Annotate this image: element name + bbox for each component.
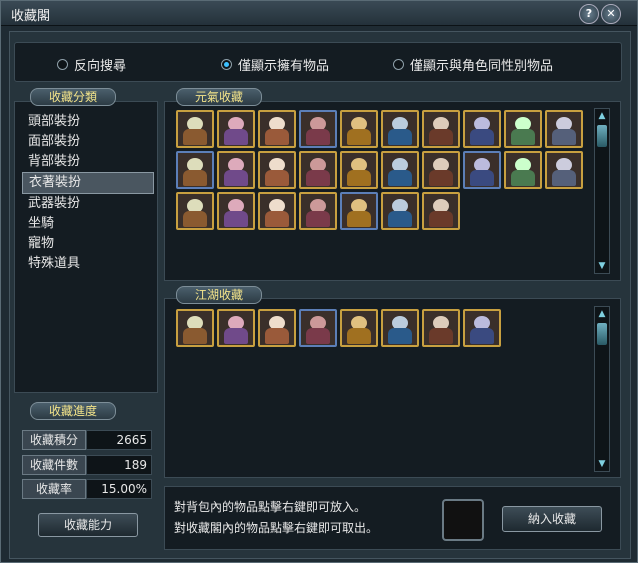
progress-tab: 收藏進度 [30,402,117,420]
costume-item-icon[interactable] [422,192,460,230]
costume-item-icon[interactable] [422,151,460,189]
costume-item-icon[interactable] [258,192,296,230]
section-yuanqi-tab: 元氣收藏 [176,88,263,106]
category-item[interactable]: 特殊道具 [22,254,154,274]
radio-icon [393,59,404,70]
costume-item-icon[interactable] [463,151,501,189]
costume-item-icon[interactable] [217,151,255,189]
section-jianghu-grid [176,309,583,347]
filter-same-gender[interactable]: 僅顯示與角色同性別物品 [393,55,553,74]
category-item[interactable]: 背部裝扮 [22,152,154,172]
stat-label: 收藏件數 [22,455,86,475]
radio-icon [57,59,68,70]
stat-label: 收藏率 [22,479,86,499]
section-jianghu-scrollbar[interactable]: ▲ ▼ [594,306,610,472]
costume-item-icon[interactable] [299,151,337,189]
deposit-item-slot[interactable] [442,499,484,541]
costume-item-icon[interactable] [422,309,460,347]
costume-item-icon[interactable] [422,110,460,148]
category-list: 頭部裝扮 面部裝扮 背部裝扮 衣著裝扮 武器裝扮 坐騎 寵物 特殊道具 [22,112,154,274]
section-yuanqi-scrollbar[interactable]: ▲ ▼ [594,108,610,274]
costume-item-icon[interactable] [504,151,542,189]
costume-item-icon[interactable] [545,110,583,148]
category-item[interactable]: 坐騎 [22,214,154,234]
scroll-down-icon[interactable]: ▼ [596,459,608,469]
collection-ability-button[interactable]: 收藏能力 [38,513,138,537]
stat-count-row: 收藏件數 189 [22,455,152,475]
category-item-selected[interactable]: 衣著裝扮 [22,172,154,194]
costume-item-icon[interactable] [176,151,214,189]
stat-value: 15.00% [86,479,152,499]
costume-item-icon[interactable] [545,151,583,189]
scroll-thumb[interactable] [597,323,607,345]
costume-item-icon[interactable] [340,192,378,230]
filter-label: 反向搜尋 [74,59,127,74]
filter-owned-only[interactable]: 僅顯示擁有物品 [221,55,329,74]
costume-item-icon[interactable] [340,110,378,148]
filter-reverse-search[interactable]: 反向搜尋 [57,55,126,74]
costume-item-icon[interactable] [176,309,214,347]
category-tab: 收藏分類 [30,88,117,106]
filter-label: 僅顯示與角色同性別物品 [410,59,554,74]
costume-item-icon[interactable] [299,110,337,148]
title-bar[interactable]: 收藏閣 ? ✕ [1,1,637,26]
scroll-down-icon[interactable]: ▼ [596,261,608,271]
costume-item-icon[interactable] [340,309,378,347]
stat-score-row: 收藏積分 2665 [22,430,152,450]
costume-item-icon[interactable] [463,110,501,148]
costume-item-icon[interactable] [340,151,378,189]
section-yuanqi-grid [176,110,583,230]
add-to-collection-button[interactable]: 納入收藏 [502,506,602,532]
hint-take-out: 對收藏閣內的物品點擊右鍵即可取出。 [174,521,379,535]
section-jianghu-tab: 江湖收藏 [176,286,263,304]
window-title: 收藏閣 [11,9,51,24]
costume-item-icon[interactable] [504,110,542,148]
filter-label: 僅顯示擁有物品 [238,59,330,74]
radio-selected-icon [221,59,232,70]
scroll-thumb[interactable] [597,125,607,147]
costume-item-icon[interactable] [381,192,419,230]
scroll-up-icon[interactable]: ▲ [596,111,608,121]
costume-item-icon[interactable] [299,192,337,230]
costume-item-icon[interactable] [463,309,501,347]
close-button[interactable]: ✕ [601,4,621,24]
costume-item-icon[interactable] [381,151,419,189]
category-item[interactable]: 武器裝扮 [22,194,154,214]
costume-item-icon[interactable] [258,110,296,148]
costume-item-icon[interactable] [217,110,255,148]
hint-put-in: 對背包內的物品點擊右鍵即可放入。 [174,500,367,514]
scroll-up-icon[interactable]: ▲ [596,309,608,319]
costume-item-icon[interactable] [258,151,296,189]
stat-value: 2665 [86,430,152,450]
costume-item-icon[interactable] [176,110,214,148]
category-item[interactable]: 面部裝扮 [22,132,154,152]
stat-rate-row: 收藏率 15.00% [22,479,152,499]
costume-item-icon[interactable] [258,309,296,347]
costume-item-icon[interactable] [299,309,337,347]
help-button[interactable]: ? [579,4,599,24]
category-item[interactable]: 寵物 [22,234,154,254]
costume-item-icon[interactable] [217,192,255,230]
costume-item-icon[interactable] [381,309,419,347]
costume-item-icon[interactable] [176,192,214,230]
stat-label: 收藏積分 [22,430,86,450]
stat-value: 189 [86,455,152,475]
costume-item-icon[interactable] [381,110,419,148]
category-item[interactable]: 頭部裝扮 [22,112,154,132]
costume-item-icon[interactable] [217,309,255,347]
filter-bar: 反向搜尋 僅顯示擁有物品 僅顯示與角色同性別物品 [14,42,622,82]
